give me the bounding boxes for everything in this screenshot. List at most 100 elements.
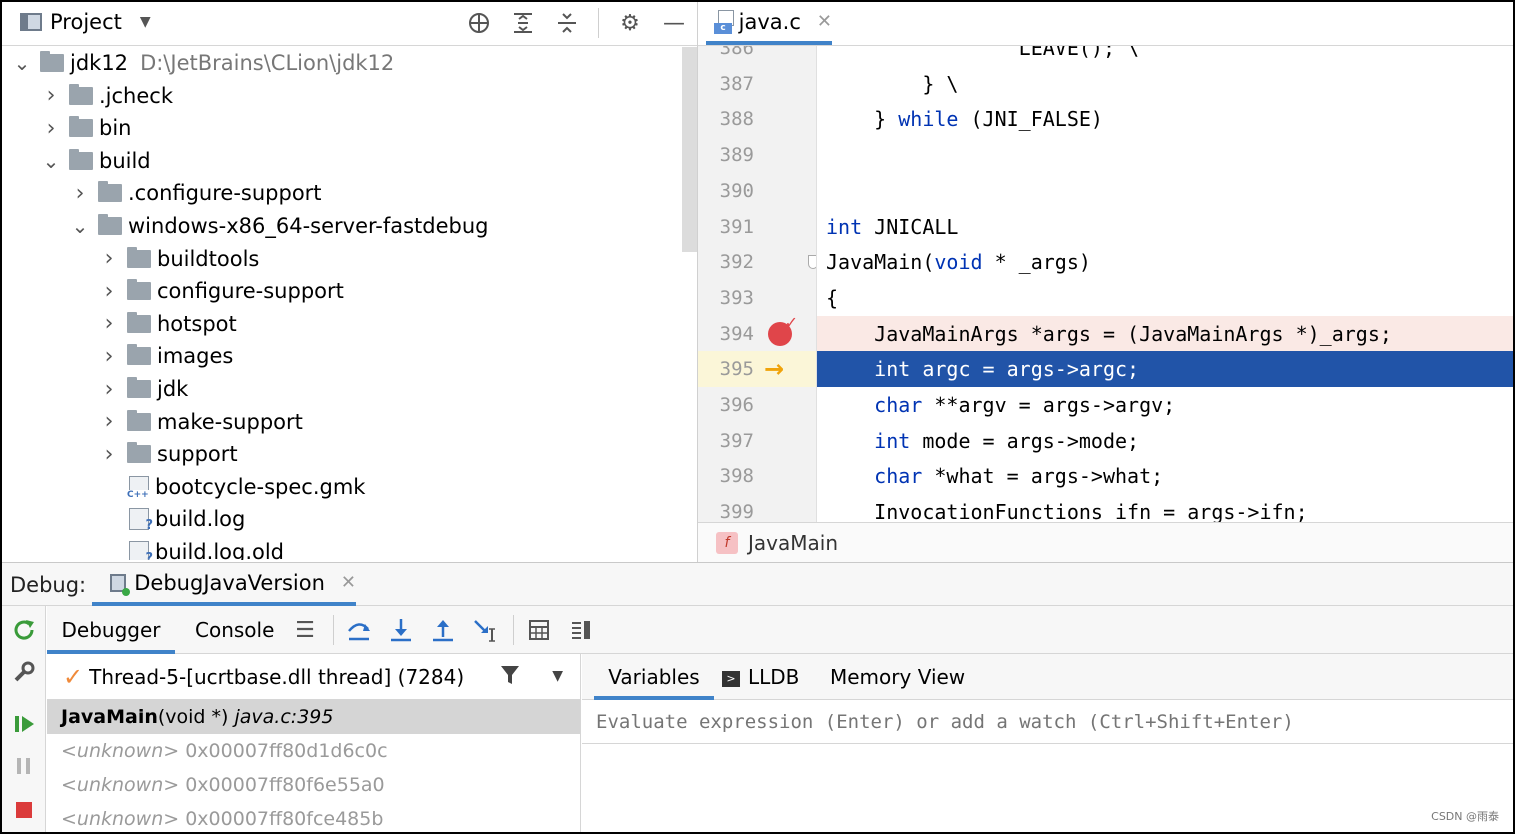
tree-item[interactable]: › bin: [41, 112, 132, 144]
evaluate-expression-icon[interactable]: [525, 616, 553, 644]
code-line[interactable]: {: [816, 280, 1513, 316]
stack-frame[interactable]: <unknown> 0x00007ff80f6e55a0: [47, 768, 580, 802]
close-icon[interactable]: ✕: [817, 11, 832, 32]
tree-item[interactable]: C++ bootcycle-spec.gmk: [99, 471, 365, 503]
project-view-selector[interactable]: Project ▼: [20, 10, 151, 34]
line-number[interactable]: 399: [698, 494, 754, 522]
editor-gutter[interactable]: 386387388389390391392393394395 → 396397398…: [698, 46, 816, 522]
line-number[interactable]: 392: [698, 244, 754, 280]
code-line[interactable]: int argc = args->argc;: [816, 351, 1513, 388]
pause-icon[interactable]: [12, 754, 36, 778]
line-number[interactable]: 391: [698, 209, 754, 245]
line-number[interactable]: 387: [698, 66, 754, 102]
line-number[interactable]: 398: [698, 458, 754, 494]
line-number[interactable]: 388: [698, 101, 754, 137]
code-editor[interactable]: LEAVE(); \ } \ } while (JNI_FALSE)int JN…: [816, 46, 1513, 522]
code-line[interactable]: } \: [816, 66, 1513, 102]
chevron-right-icon[interactable]: ›: [99, 311, 119, 336]
menu-icon[interactable]: ☰: [291, 616, 319, 644]
chevron-right-icon[interactable]: ›: [41, 116, 61, 141]
code-line[interactable]: char **argv = args->argv;: [816, 387, 1513, 423]
code-line[interactable]: LEAVE(); \: [816, 46, 1513, 66]
tree-item[interactable]: ⌄ build: [41, 145, 151, 177]
tab-java-c[interactable]: c java.c ✕: [706, 2, 832, 45]
evaluate-expression-input[interactable]: [582, 700, 1513, 744]
code-line[interactable]: JavaMainArgs *args = (JavaMainArgs *)_ar…: [816, 315, 1513, 352]
tab-debugger[interactable]: Debugger: [47, 606, 175, 654]
chevron-right-icon[interactable]: ›: [99, 246, 119, 271]
line-number[interactable]: 396: [698, 387, 754, 423]
step-over-icon[interactable]: [345, 616, 373, 644]
chevron-right-icon[interactable]: ›: [70, 181, 90, 206]
step-out-icon[interactable]: [429, 616, 457, 644]
tab-variables[interactable]: Variables: [594, 654, 714, 700]
close-icon[interactable]: ✕: [341, 572, 356, 593]
stack-frame[interactable]: <unknown> 0x00007ff80fce485b: [47, 802, 580, 832]
tab-lldb[interactable]: > LLDB: [722, 654, 799, 700]
collapse-all-icon[interactable]: [554, 8, 580, 38]
tree-item[interactable]: › buildtools: [99, 243, 260, 275]
rerun-icon[interactable]: [12, 618, 36, 642]
code-line[interactable]: [816, 173, 1513, 209]
line-number[interactable]: 394: [698, 316, 754, 352]
tree-item[interactable]: ? build.log: [99, 503, 245, 535]
tree-item[interactable]: › configure-support: [99, 275, 344, 307]
chevron-right-icon[interactable]: ›: [41, 83, 61, 108]
chevron-right-icon[interactable]: ›: [99, 442, 119, 467]
chevron-right-icon[interactable]: ›: [99, 279, 119, 304]
layout-icon[interactable]: [567, 616, 595, 644]
tree-item[interactable]: ? build.log.old: [99, 536, 284, 560]
tree-item[interactable]: › .configure-support: [70, 177, 322, 209]
chevron-right-icon[interactable]: ›: [99, 409, 119, 434]
code-line[interactable]: [816, 137, 1513, 173]
step-into-icon[interactable]: [387, 616, 415, 644]
fold-icon[interactable]: [808, 255, 816, 270]
chevron-right-icon[interactable]: ›: [99, 377, 119, 402]
code-line[interactable]: } while (JNI_FALSE): [816, 101, 1513, 137]
chevron-down-icon[interactable]: ⌄: [41, 149, 61, 173]
breadcrumb[interactable]: f JavaMain: [698, 522, 1513, 562]
wrench-icon[interactable]: [12, 660, 36, 684]
code-line[interactable]: JavaMain(void * _args): [816, 244, 1513, 280]
tree-item[interactable]: › jdk: [99, 373, 189, 405]
breakpoint-icon[interactable]: [768, 313, 798, 346]
line-number[interactable]: 386: [698, 46, 754, 66]
filter-icon[interactable]: [499, 664, 521, 692]
resume-icon[interactable]: [12, 712, 36, 736]
chevron-down-icon[interactable]: ⌄: [12, 51, 32, 75]
chevron-down-icon[interactable]: ⌄: [70, 214, 90, 238]
breadcrumb-function[interactable]: JavaMain: [748, 531, 838, 555]
gear-icon[interactable]: ⚙: [617, 8, 643, 38]
tab-console[interactable]: Console: [195, 606, 274, 654]
locate-icon[interactable]: [466, 8, 492, 38]
tree-item[interactable]: ⌄ windows-x86_64-server-fastdebug: [70, 210, 489, 242]
code-line[interactable]: char *what = args->what;: [816, 458, 1513, 494]
tree-item[interactable]: › support: [99, 438, 238, 470]
stack-frame[interactable]: JavaMain(void *) java.c:395: [47, 700, 580, 734]
tab-memory-view[interactable]: Memory View: [830, 654, 965, 700]
run-to-cursor-icon[interactable]: [471, 616, 499, 644]
hide-panel-icon[interactable]: —: [661, 8, 687, 38]
expand-all-icon[interactable]: [510, 8, 536, 38]
line-number[interactable]: 390: [698, 173, 754, 209]
frame-address: 0x00007ff80f6e55a0: [185, 774, 385, 796]
line-number[interactable]: 397: [698, 423, 754, 459]
thread-selector[interactable]: ✓ Thread-5-[ucrtbase.dll thread] (7284) …: [47, 654, 580, 700]
line-number[interactable]: 389: [698, 137, 754, 173]
stop-icon[interactable]: [12, 798, 36, 822]
tree-item[interactable]: › hotspot: [99, 308, 237, 340]
code-line[interactable]: int mode = args->mode;: [816, 423, 1513, 459]
tree-item[interactable]: › make-support: [99, 406, 303, 438]
tree-item[interactable]: › images: [99, 340, 234, 372]
project-tree-scrollbar[interactable]: [682, 47, 697, 252]
line-number[interactable]: 393: [698, 280, 754, 316]
code-line[interactable]: InvocationFunctions ifn = args->ifn;: [816, 494, 1513, 522]
tree-item[interactable]: ⌄ jdk12 D:\JetBrains\CLion\jdk12: [12, 47, 394, 79]
tree-item[interactable]: › .jcheck: [41, 80, 173, 112]
line-number[interactable]: 395: [698, 351, 754, 387]
stack-frame[interactable]: <unknown> 0x00007ff80d1d6c0c: [47, 734, 580, 768]
code-line[interactable]: int JNICALL: [816, 209, 1513, 245]
chevron-right-icon[interactable]: ›: [99, 344, 119, 369]
chevron-down-icon[interactable]: ▼: [552, 668, 563, 684]
tab-debug-java-version[interactable]: DebugJavaVersion ✕: [92, 563, 356, 606]
